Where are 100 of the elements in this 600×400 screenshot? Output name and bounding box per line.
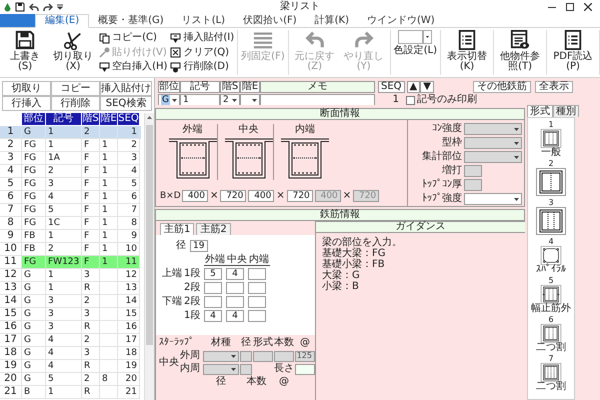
table-row[interactable]: 17 G 4 2 17 (0, 334, 142, 347)
form-option[interactable]: 4 ｽﾊﾟｲﾗﾙ (536, 237, 566, 275)
ribbon-button[interactable]: 挿入貼付(I) (170, 31, 234, 45)
table-row[interactable]: 14 G 3 2 14 (0, 295, 142, 308)
ribbon-button[interactable]: 空白挿入(H) (99, 60, 168, 74)
dropdown-field[interactable] (240, 94, 260, 105)
table-row[interactable]: 9 FB 1 F 1 9 (0, 230, 142, 243)
table-row[interactable]: 16 G 3 R 16 (0, 321, 142, 334)
input-field[interactable]: 400 (248, 190, 274, 202)
table-row[interactable]: 13 G 1 R 13 (0, 282, 142, 295)
list-button[interactable]: 挿入貼付け (100, 81, 152, 96)
table-row[interactable]: 8 FG 1C F 1 8 (0, 217, 142, 230)
input-field[interactable]: 5 (204, 268, 222, 280)
up-button[interactable]: ▲ (406, 81, 420, 93)
menu-tab[interactable]: 計算(K) (306, 14, 358, 27)
maximize-icon[interactable] (566, 3, 574, 11)
table-row[interactable]: 6 FG 4 F 1 6 (0, 191, 142, 204)
input-field[interactable] (274, 350, 294, 362)
save-icon[interactable] (15, 2, 25, 12)
scrollbar[interactable] (144, 113, 154, 400)
ribbon-button[interactable]: クリア(Q) (170, 46, 234, 60)
input-field[interactable] (295, 364, 315, 374)
input-field[interactable] (226, 296, 244, 308)
scroll-up-icon[interactable] (147, 116, 152, 119)
menu-tab[interactable]: 編集(E) (35, 14, 90, 28)
input-field[interactable] (253, 350, 273, 362)
input-field[interactable] (260, 94, 375, 105)
dropdown-field[interactable] (464, 193, 522, 205)
seq-button[interactable]: SEQ (378, 81, 405, 93)
input-field[interactable] (226, 282, 244, 294)
toolbar-button[interactable]: その他鉄筋 (473, 81, 531, 93)
table-row[interactable]: 20 G 5 2 8 20 (0, 373, 142, 386)
ribbon-button[interactable]: 他物件参照(T) (496, 30, 544, 75)
tab[interactable]: 主筋2 (196, 223, 231, 235)
dropdown-field[interactable]: 2 (220, 94, 240, 105)
toolbar-button[interactable]: 全表示 (535, 81, 573, 93)
table-row[interactable]: 11 FG FW123 F 1 11 (0, 256, 142, 269)
input-field[interactable]: 19 (190, 240, 208, 252)
input-field[interactable] (204, 282, 222, 294)
ribbon-button[interactable]: PDF読込(P) (549, 30, 597, 75)
scrollbar-thumb[interactable] (146, 125, 153, 345)
form-option[interactable]: 5 幅止筋外 (531, 276, 571, 314)
list-button[interactable]: 切取り (2, 81, 51, 96)
list-button[interactable]: 行挿入 (2, 96, 51, 111)
menu-tab[interactable]: 伏図拾い(F) (234, 14, 306, 27)
input-field[interactable] (248, 282, 266, 294)
input-field[interactable]: 720 (286, 190, 313, 202)
table-row[interactable]: 18 G 4 3 18 (0, 347, 142, 360)
list-button[interactable]: 行削除 (51, 96, 100, 111)
form-option[interactable]: 2 (536, 159, 566, 197)
tab[interactable]: 主筋1 (160, 223, 194, 235)
input-field[interactable]: 400 (182, 190, 208, 202)
dropdown-field[interactable] (203, 350, 239, 362)
menu-tab[interactable]: 概要・基準(G) (89, 14, 173, 27)
table-row[interactable]: 2 FG 1 F 1 2 (0, 139, 142, 152)
input-field[interactable] (240, 364, 252, 374)
table-row[interactable]: 7 FG 5 F 1 7 (0, 204, 142, 217)
checkbox[interactable]: 記号のみ印刷 (406, 94, 477, 105)
dropdown-field[interactable]: G (158, 94, 180, 105)
input-field[interactable]: 125 (295, 350, 315, 362)
input-field[interactable] (248, 268, 266, 280)
table-row[interactable]: 15 G 3 3 15 (0, 308, 142, 321)
table-row[interactable]: 4 FG 2 F 1 4 (0, 165, 142, 178)
input-field[interactable]: 4 (204, 310, 222, 322)
table-row[interactable]: 12 G 1 3 12 (0, 269, 142, 282)
ribbon-button[interactable]: 切り取り(X) (49, 30, 98, 75)
input-field[interactable] (248, 296, 266, 308)
input-field[interactable]: 720 (220, 190, 246, 202)
input-field[interactable]: 1 (180, 94, 220, 105)
close-icon[interactable] (584, 3, 592, 11)
redo-icon[interactable] (43, 2, 53, 12)
undo-icon[interactable] (29, 2, 39, 12)
input-field[interactable] (204, 296, 222, 308)
menu-tab[interactable]: ウインドウ(W) (358, 14, 444, 27)
input-field[interactable]: 4 (226, 310, 244, 322)
form-option[interactable]: 6 二つ割 (536, 315, 566, 353)
table-row[interactable]: 5 FG 3 F 1 5 (0, 178, 142, 191)
table-row[interactable]: 3 FG 1A F 1 3 (0, 152, 142, 165)
customize-icon[interactable] (57, 4, 63, 10)
input-field[interactable] (240, 350, 252, 362)
menu-tab[interactable]: リスト(L) (172, 14, 234, 27)
dropdown-field[interactable] (203, 364, 239, 374)
color-settings-button[interactable]: 色設定(L) (392, 30, 438, 75)
input-field[interactable]: 4 (226, 268, 244, 280)
ribbon-button[interactable]: 行削除(D) (170, 60, 234, 74)
table-row[interactable]: 19 G 4 R 19 (0, 360, 142, 373)
table-row[interactable]: 1 G 1 2 1 (0, 126, 142, 139)
ribbon-button[interactable]: 上書き(S) (2, 30, 48, 75)
list-button[interactable]: コピー (51, 81, 100, 96)
tab[interactable]: 形式 (527, 105, 553, 117)
ribbon-button[interactable]: 表示切替(K) (443, 30, 492, 75)
form-option[interactable]: 3 (536, 198, 566, 236)
ribbon-button[interactable]: コピー(C) (99, 31, 168, 45)
form-option[interactable]: 1 一般 (536, 120, 566, 158)
table-row[interactable]: 21 B 1 R 21 (0, 386, 142, 399)
tab[interactable]: 種別 (553, 105, 579, 117)
down-button[interactable]: ▼ (420, 81, 434, 93)
form-option[interactable]: 7 二つ割 (536, 354, 566, 392)
list-button[interactable]: SEQ検索 (100, 96, 152, 111)
input-field[interactable] (248, 310, 266, 322)
